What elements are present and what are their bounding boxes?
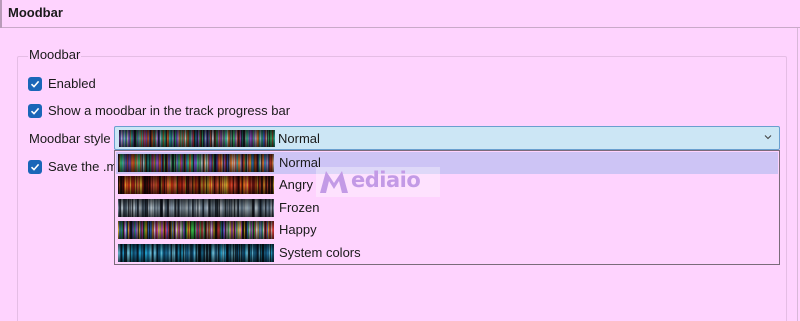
show-in-progress-label: Show a moodbar in the track progress bar: [48, 103, 291, 118]
combo-selected-value: Normal: [278, 131, 320, 146]
option-normal[interactable]: Normal: [116, 152, 778, 174]
option-label: Happy: [279, 222, 317, 237]
save-checkbox-row[interactable]: Save the .mo: [28, 159, 125, 174]
happy-moodbar-preview: [118, 221, 274, 239]
page-title: Moodbar: [8, 5, 63, 20]
normal-moodbar-preview: [118, 154, 274, 172]
system-colors-moodbar-preview: [118, 244, 274, 262]
watermark-text: ediaio: [351, 168, 421, 192]
chevron-down-icon: [764, 135, 772, 140]
enabled-checkbox[interactable]: [28, 76, 42, 91]
angry-moodbar-preview: [118, 176, 274, 194]
option-label: Frozen: [279, 200, 320, 215]
option-label: System colors: [279, 245, 361, 260]
header-accent: [0, 0, 2, 28]
option-angry[interactable]: Angry: [116, 174, 778, 196]
show-in-progress-checkbox-row[interactable]: Show a moodbar in the track progress bar: [28, 103, 290, 118]
checkmark-icon: [30, 163, 40, 171]
option-system-colors[interactable]: System colors: [116, 242, 778, 264]
frozen-moodbar-preview: [118, 199, 274, 217]
settings-page: Moodbar Moodbar Enabled Show a moodbar i…: [0, 0, 800, 321]
enabled-checkbox-row[interactable]: Enabled: [28, 76, 96, 91]
watermark: ediaio: [316, 167, 440, 197]
checkmark-icon: [30, 107, 40, 115]
mediaio-logo-icon: [320, 171, 348, 193]
combo-moodbar-preview: [119, 130, 275, 147]
moodbar-style-combo[interactable]: Normal: [114, 126, 780, 150]
checkmark-icon: [30, 80, 40, 88]
option-frozen[interactable]: Frozen: [116, 197, 778, 219]
show-in-progress-checkbox[interactable]: [28, 103, 42, 118]
moodbar-style-dropdown: Normal Angry Frozen Happy System colors: [114, 150, 780, 265]
option-label: Angry: [279, 177, 313, 192]
enabled-label: Enabled: [48, 76, 96, 91]
option-label: Normal: [279, 155, 321, 170]
group-title: Moodbar: [28, 47, 82, 62]
option-happy[interactable]: Happy: [116, 219, 778, 241]
save-checkbox[interactable]: [28, 159, 42, 174]
moodbar-style-label: Moodbar style: [29, 131, 111, 146]
page-header: Moodbar: [0, 0, 800, 28]
